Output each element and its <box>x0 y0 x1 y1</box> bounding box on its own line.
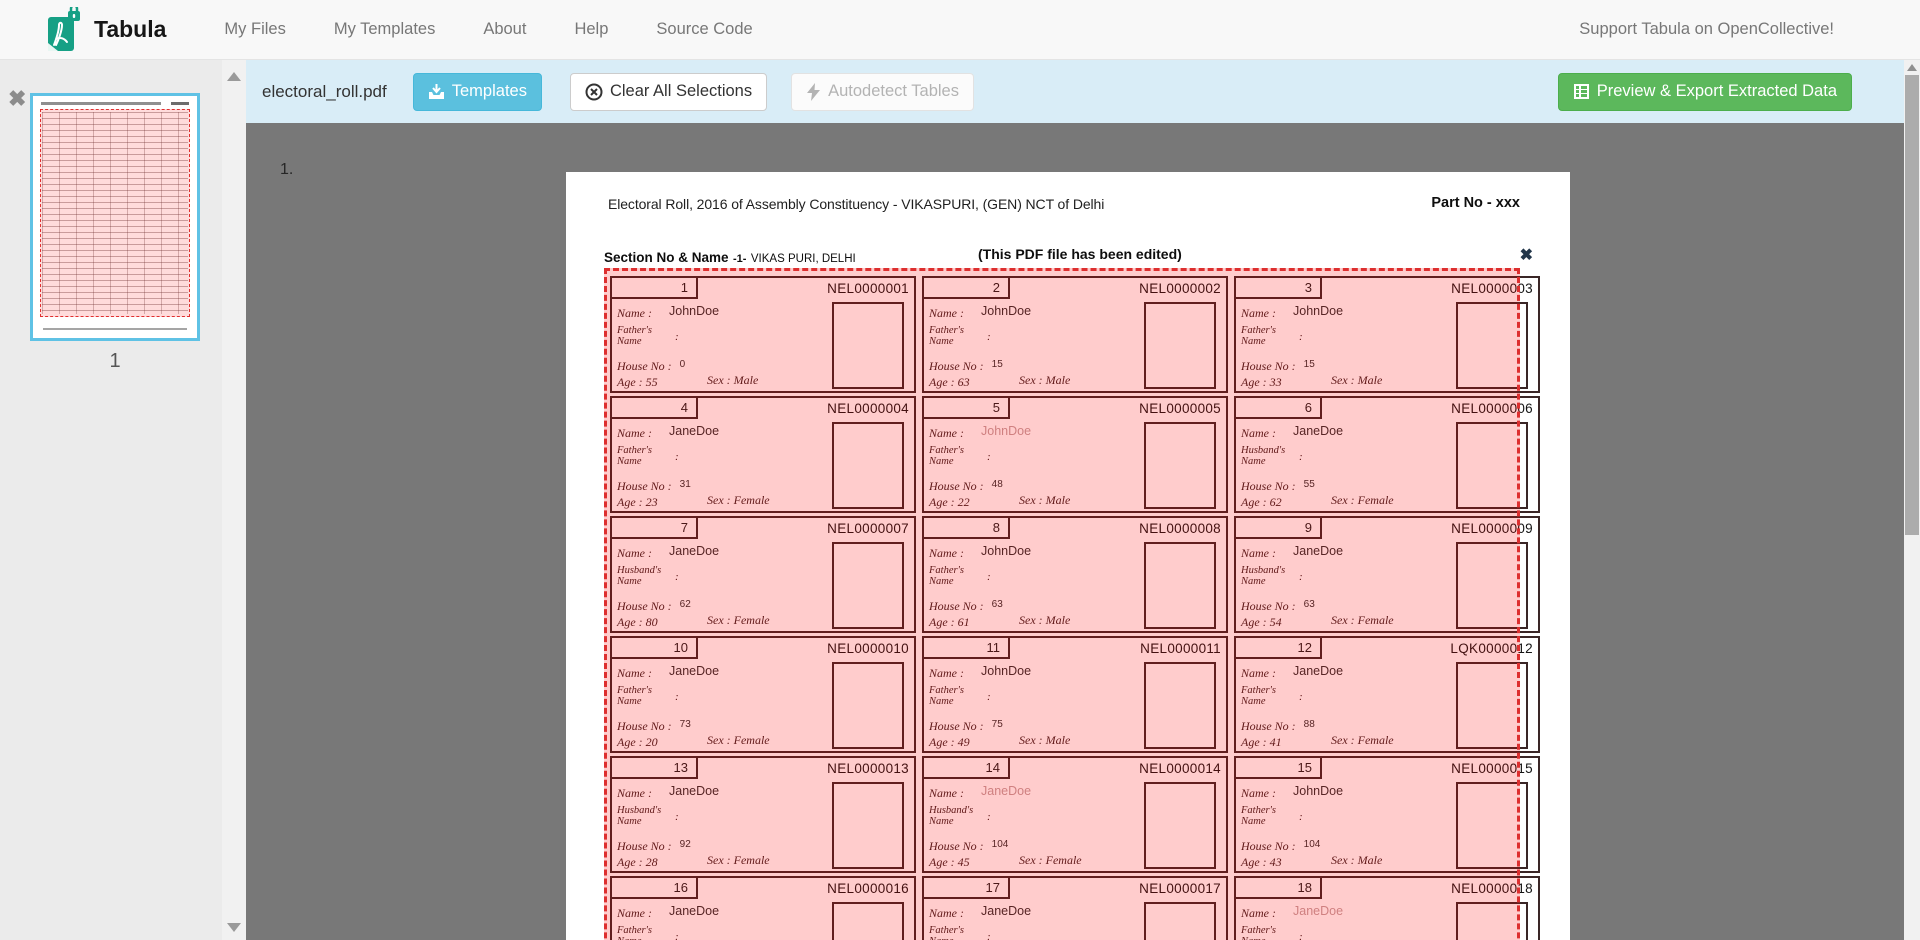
thumb-part-line <box>171 102 189 105</box>
page-thumbnail-sidebar: ✖ 1 <box>0 60 222 940</box>
pdf-title: Electoral Roll, 2016 of Assembly Constit… <box>608 196 1104 212</box>
nav-about[interactable]: About <box>459 20 550 39</box>
preview-export-label: Preview & Export Extracted Data <box>1597 82 1837 101</box>
open-filename: electoral_roll.pdf <box>262 82 387 102</box>
templates-label: Templates <box>452 82 527 101</box>
nav-source-code[interactable]: Source Code <box>632 20 776 39</box>
circle-x-icon <box>585 83 603 101</box>
page-number-label: 1. <box>280 161 293 179</box>
scroll-up-icon[interactable] <box>227 72 241 81</box>
table-selection-overlay[interactable]: ✖ <box>604 268 1520 940</box>
scrollbar-up-icon[interactable] <box>1907 64 1917 71</box>
toolbar: electoral_roll.pdf Templates Clear All S… <box>246 60 1904 123</box>
nav-my-files[interactable]: My Files <box>200 20 309 39</box>
document-canvas: 1. Electoral Roll, 2016 of Assembly Cons… <box>246 123 1904 940</box>
thumb-footer-line <box>43 328 187 330</box>
lightning-bolt-icon <box>806 83 821 101</box>
autodetect-tables-button: Autodetect Tables <box>791 73 974 111</box>
section-number: -1- <box>733 253 746 265</box>
autodetect-tables-label: Autodetect Tables <box>828 82 959 101</box>
pdf-page[interactable]: Electoral Roll, 2016 of Assembly Constit… <box>566 172 1570 940</box>
preview-export-button[interactable]: Preview & Export Extracted Data <box>1558 73 1852 111</box>
window-scrollbar[interactable] <box>1904 60 1920 940</box>
tabula-logo-icon[interactable] <box>44 7 84 53</box>
top-navbar: Tabula My Files My Templates About Help … <box>0 0 1920 60</box>
nav-links: My Files My Templates About Help Source … <box>200 20 776 39</box>
scrollbar-thumb[interactable] <box>1905 75 1919 535</box>
clear-all-selections-label: Clear All Selections <box>610 82 752 101</box>
pdf-section-row: Section No & Name -1- VIKAS PURI, DELHI <box>604 249 856 267</box>
scroll-down-icon[interactable] <box>227 923 241 932</box>
selection-close-icon[interactable]: ✖ <box>1520 248 1533 264</box>
thumbnail-page-number: 1 <box>30 350 200 373</box>
table-list-icon <box>1573 83 1590 100</box>
pdf-edited-note: (This PDF file has been edited) <box>978 246 1182 262</box>
thumb-selection-rect <box>40 109 190 317</box>
pdf-part-number: Part No - xxx <box>1431 195 1520 211</box>
support-link[interactable]: Support Tabula on OpenCollective! <box>1579 20 1834 39</box>
section-value: VIKAS PURI, DELHI <box>751 253 856 265</box>
sidebar-scrollbar[interactable] <box>222 60 246 940</box>
clear-all-selections-button[interactable]: Clear All Selections <box>570 73 767 111</box>
remove-page-icon[interactable]: ✖ <box>8 88 26 110</box>
content-area: electoral_roll.pdf Templates Clear All S… <box>246 60 1904 940</box>
page-thumbnail[interactable] <box>30 93 200 341</box>
nav-my-templates[interactable]: My Templates <box>310 20 459 39</box>
tray-import-icon <box>428 83 445 100</box>
templates-button[interactable]: Templates <box>413 73 542 111</box>
brand-title[interactable]: Tabula <box>94 16 166 43</box>
section-label: Section No & Name <box>604 250 729 265</box>
thumb-title-line <box>41 102 161 105</box>
nav-help[interactable]: Help <box>550 20 632 39</box>
